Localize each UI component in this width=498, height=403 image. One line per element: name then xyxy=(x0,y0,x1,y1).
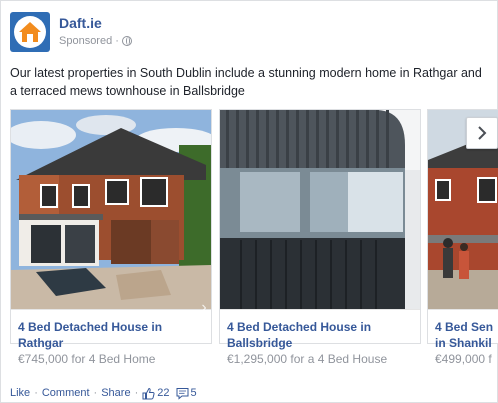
card-title-line2[interactable]: in Shankil xyxy=(435,335,498,351)
like-link[interactable]: Like xyxy=(10,386,30,400)
likes-count[interactable]: 22 xyxy=(157,386,169,400)
house-photo-ballsbridge xyxy=(220,110,420,309)
chevron-right-faint-icon: › xyxy=(201,299,207,316)
card-image-rathgar[interactable] xyxy=(11,110,211,309)
carousel-next-button[interactable] xyxy=(466,117,498,149)
footer-separator: · xyxy=(34,387,38,399)
card-meta-rathgar: 4 Bed Detached House in Rathgar €745,000… xyxy=(11,309,211,369)
sponsored-separator: · xyxy=(115,35,119,47)
card-title-line1[interactable]: 4 Bed Sen xyxy=(435,319,498,335)
card-price: €745,000 for 4 Bed Home xyxy=(18,352,156,366)
carousel-card-rathgar[interactable]: 4 Bed Detached House in Rathgar €745,000… xyxy=(10,109,212,366)
card-title-line2[interactable]: Ballsbridge xyxy=(227,335,413,351)
page-logo[interactable] xyxy=(10,12,50,52)
sponsored-line: Sponsored · xyxy=(59,32,132,50)
card-image-ballsbridge[interactable] xyxy=(220,110,420,309)
card-title-line2[interactable]: Rathgar xyxy=(18,335,204,351)
carousel-card-ballsbridge[interactable]: 4 Bed Detached House in Ballsbridge €1,2… xyxy=(219,109,421,366)
page-name-link[interactable]: Daft.ie xyxy=(59,14,132,32)
header-text: Daft.ie Sponsored · xyxy=(59,14,132,50)
post-actions: Like · Comment · Share · 22 5 xyxy=(10,386,197,400)
house-photo-rathgar xyxy=(11,110,211,309)
footer-separator: · xyxy=(93,387,98,399)
card-title-line1[interactable]: 4 Bed Detached House in xyxy=(18,319,204,335)
post-body-text: Our latest properties in South Dublin in… xyxy=(10,66,482,98)
card-title-line1[interactable]: 4 Bed Detached House in xyxy=(227,319,413,335)
property-carousel: 4 Bed Detached House in Rathgar €745,000… xyxy=(10,109,498,371)
card-price: €1,295,000 for a 4 Bed House xyxy=(227,352,388,366)
comment-bubble-icon[interactable] xyxy=(176,387,189,400)
daft-house-logo-icon xyxy=(19,22,41,42)
footer-separator: · xyxy=(134,387,139,399)
comments-count[interactable]: 5 xyxy=(191,386,197,400)
chevron-right-icon xyxy=(478,126,487,140)
share-link[interactable]: Share xyxy=(101,386,130,400)
sponsored-post: Daft.ie Sponsored · Our latest propertie… xyxy=(0,0,498,403)
card-price: €499,000 f xyxy=(435,352,492,366)
thumbs-up-icon[interactable] xyxy=(142,387,155,400)
card-meta-ballsbridge: 4 Bed Detached House in Ballsbridge €1,2… xyxy=(220,309,420,369)
card-meta-shankill: 4 Bed Sen in Shankil €499,000 f xyxy=(428,309,498,369)
globe-icon xyxy=(121,36,132,46)
comment-link[interactable]: Comment xyxy=(42,386,90,400)
post-header: Daft.ie Sponsored · xyxy=(10,10,132,54)
sponsored-label[interactable]: Sponsored xyxy=(59,32,112,50)
